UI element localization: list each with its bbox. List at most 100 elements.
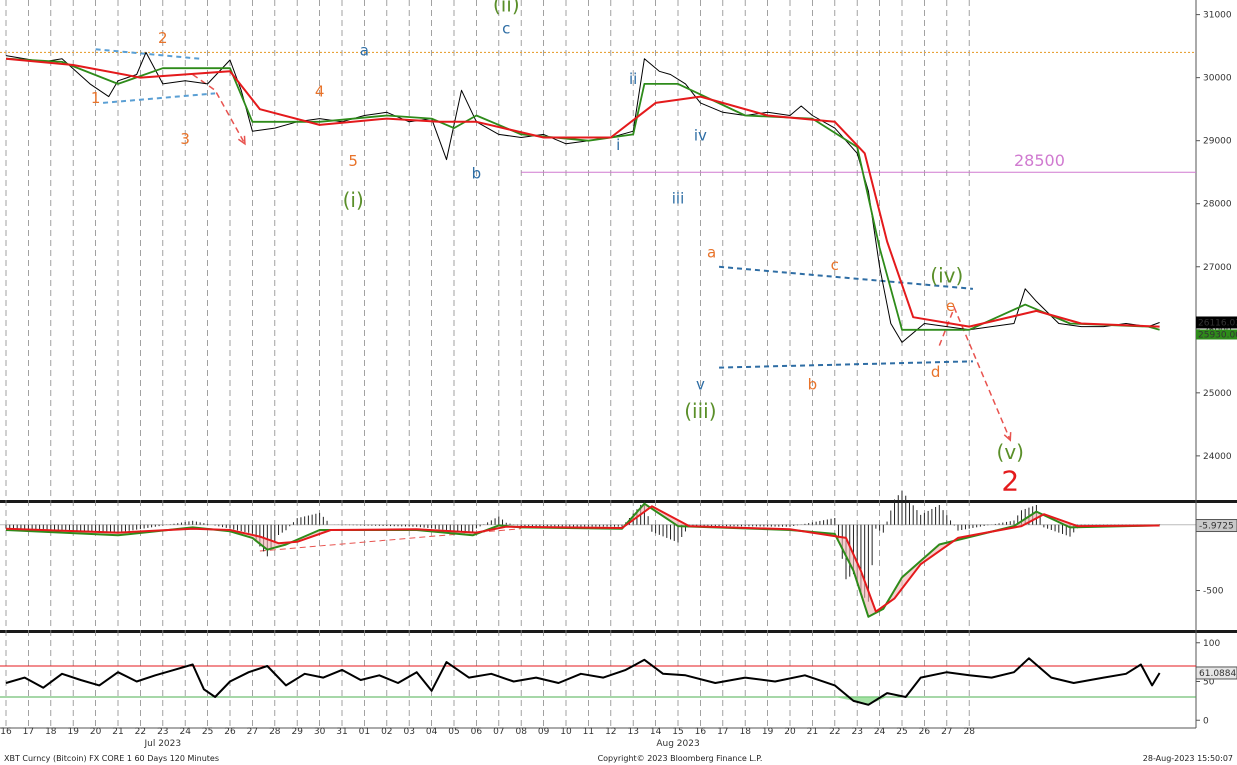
wave-label: a: [707, 243, 716, 261]
label-layer: 21345(i)abc(ii)iiiiiiivv(iii)abcde(iv)(v…: [91, 0, 1024, 498]
slow-ma-line: [5, 57, 1160, 328]
flag-lower-line: [102, 92, 216, 104]
osc-fill: [6, 503, 1160, 617]
flag-upper-line: [95, 48, 201, 60]
x-tick-label: 24: [874, 727, 886, 737]
y-tick-label: 25000: [1203, 389, 1232, 399]
month-label: Aug 2023: [656, 739, 699, 749]
wave-label: e: [946, 297, 955, 315]
x-tick-label: 28: [269, 727, 281, 737]
x-tick-label: 14: [650, 727, 662, 737]
price-chart: 28500 21345(i)abc(ii)iiiiiiivv(iii)abcde…: [0, 0, 1237, 763]
series-layer: [5, 51, 1161, 706]
x-tick-label: 12: [605, 727, 616, 737]
x-tick-label: 26: [224, 727, 236, 737]
axis-layer: 16 17 18 19 20 21 22 23 24 25 26 27 28 29 30 31 01 02 03 04…: [0, 11, 1237, 749]
x-tick-label: 23: [851, 727, 862, 737]
x-tick-label: 27: [247, 727, 258, 737]
x-tick-label: 17: [23, 727, 34, 737]
wave-label: b: [472, 165, 482, 183]
x-tick-label: 04: [426, 727, 438, 737]
level-28500-label: 28500: [1014, 151, 1065, 170]
x-tick-label: 10: [560, 727, 572, 737]
footer-right: 28-Aug-2023 15:50:07: [1143, 754, 1233, 763]
x-tick-label: 31: [336, 727, 347, 737]
x-tick-label: 29: [291, 727, 303, 737]
wave-label: (i): [343, 188, 364, 212]
x-tick-label: 09: [538, 727, 550, 737]
wave-label: 3: [180, 130, 190, 148]
x-tick-label: 19: [762, 727, 774, 737]
x-tick-label: 17: [717, 727, 728, 737]
y-tick-label: 30000: [1203, 74, 1232, 84]
grid-layer: [0, 0, 1196, 728]
second-price-label: 25930.00: [1198, 330, 1237, 340]
signal-line: [5, 505, 1160, 613]
footer-left: XBT Curncy (Bitcoin) FX CORE 1 60 Days 1…: [4, 754, 219, 763]
y-tick-label: 31000: [1203, 11, 1232, 21]
x-tick-label: 07: [493, 727, 504, 737]
x-tick-label: 06: [471, 727, 483, 737]
rsi-y-tick-label: 0: [1203, 716, 1209, 726]
wave-label: iv: [694, 127, 707, 145]
wave-label: 5: [348, 152, 358, 170]
wave-label: (ii): [493, 0, 520, 16]
wave-label: c: [502, 20, 510, 38]
wave-label: (iii): [684, 399, 716, 423]
y-tick-label: 29000: [1203, 137, 1232, 147]
wave-label: ii: [629, 70, 637, 88]
x-tick-label: 27: [941, 727, 952, 737]
x-tick-label: 28: [963, 727, 975, 737]
x-tick-label: 02: [381, 727, 392, 737]
x-tick-label: 16: [0, 727, 12, 737]
wave-label: 4: [315, 83, 325, 101]
x-tick-label: 16: [695, 727, 707, 737]
osc-value-label: -5.9725: [1199, 522, 1234, 532]
x-tick-label: 13: [627, 727, 638, 737]
x-tick-label: 08: [515, 727, 527, 737]
macd-line: [5, 502, 1160, 618]
wave-label: (iv): [930, 264, 963, 288]
wave-label: 2: [158, 29, 168, 47]
x-tick-label: 19: [67, 727, 79, 737]
x-tick-label: 03: [403, 727, 414, 737]
x-tick-label: 23: [157, 727, 168, 737]
projection-arrow-2-head: [1003, 432, 1012, 442]
x-tick-label: 11: [583, 727, 594, 737]
wave-label: b: [808, 376, 818, 394]
x-tick-label: 24: [179, 727, 191, 737]
footer-center: Copyright© 2023 Bloomberg Finance L.P.: [598, 754, 763, 763]
y-tick-label: 27000: [1203, 263, 1232, 273]
rsi-value-label: 61.0884: [1199, 669, 1236, 679]
wave-label: 2: [1001, 465, 1019, 498]
wave-label: 1: [91, 89, 101, 107]
x-tick-label: 21: [807, 727, 818, 737]
x-tick-label: 18: [45, 727, 57, 737]
month-label: Jul 2023: [143, 739, 181, 749]
fast-ma-line: [5, 57, 1160, 331]
x-tick-label: 01: [359, 727, 370, 737]
x-tick-label: 30: [314, 727, 326, 737]
wave-label: a: [360, 42, 369, 60]
y-tick-label: 28000: [1203, 200, 1232, 210]
x-tick-label: 26: [919, 727, 931, 737]
y-tick-label: 24000: [1203, 452, 1232, 462]
x-tick-label: 15: [672, 727, 683, 737]
last-price-label: 26116.03: [1198, 318, 1237, 328]
x-tick-label: 22: [829, 727, 840, 737]
wave-label: i: [616, 136, 620, 154]
x-tick-label: 21: [112, 727, 123, 737]
wave-label: iii: [672, 190, 685, 208]
x-tick-label: 20: [784, 727, 796, 737]
wave-label: c: [831, 256, 839, 274]
wave-label: d: [931, 363, 941, 381]
rsi-line: [5, 657, 1161, 706]
x-tick-label: 05: [448, 727, 459, 737]
x-tick-label: 25: [202, 727, 213, 737]
rsi-y-tick-label: 100: [1203, 639, 1220, 649]
x-tick-label: 25: [896, 727, 907, 737]
x-tick-label: 20: [90, 727, 102, 737]
wave-label: v: [696, 376, 705, 394]
wave-label: (v): [997, 440, 1024, 464]
x-tick-label: 22: [135, 727, 146, 737]
